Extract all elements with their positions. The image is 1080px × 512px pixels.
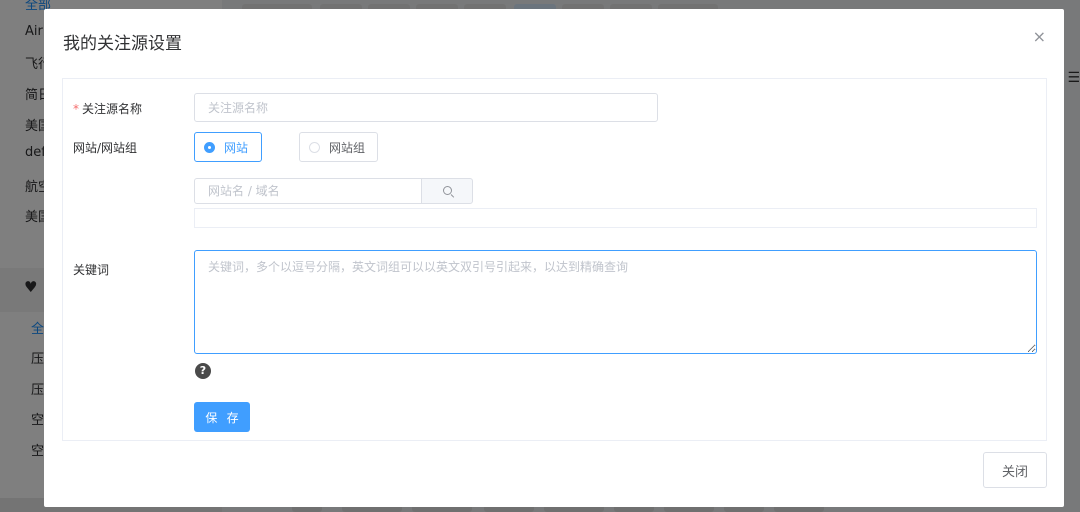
required-mark: * [73,102,79,116]
search-icon [443,186,452,195]
close-icon[interactable]: × [1033,29,1046,45]
site-search-input[interactable] [194,178,422,204]
save-button[interactable]: 保 存 [194,402,250,432]
radio-site[interactable]: 网站 [194,132,262,162]
radio-site-group[interactable]: 网站组 [299,132,378,162]
follow-source-settings-modal: 我的关注源设置 × *关注源名称 网站/网站组 网站 网站组 关键词 ? 保 存… [44,9,1064,507]
close-button[interactable]: 关闭 [983,452,1047,488]
source-name-input[interactable] [194,93,658,122]
site-search-button[interactable] [421,178,473,204]
source-name-label-text: 关注源名称 [82,102,143,116]
site-type-label: 网站/网站组 [73,141,138,155]
keyword-textarea[interactable] [194,250,1037,354]
keyword-label: 关键词 [73,263,110,277]
source-name-label: * 关注源名称 [73,100,142,117]
site-list [194,208,1037,228]
radio-dot-icon [309,141,320,153]
radio-dot-icon [204,141,215,153]
modal-title: 我的关注源设置 [63,34,182,54]
help-icon[interactable]: ? [195,363,211,379]
radio-site-label: 网站 [224,140,249,155]
radio-site-group-label: 网站组 [329,140,366,155]
form-panel: *关注源名称 网站/网站组 网站 网站组 关键词 ? 保 存 [62,78,1047,441]
